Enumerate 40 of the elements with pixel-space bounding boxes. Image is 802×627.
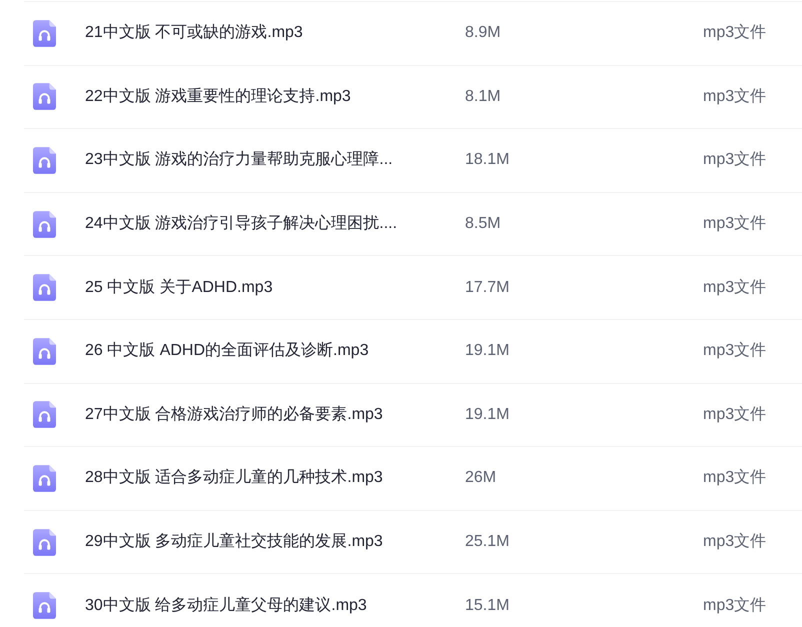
file-type: mp3文件 — [703, 88, 766, 105]
file-name[interactable]: 29中文版 多动症儿童社交技能的发展.mp3 — [85, 533, 383, 550]
file-name[interactable]: 21中文版 不可或缺的游戏.mp3 — [85, 24, 303, 42]
audio-file-icon — [33, 464, 56, 492]
file-size: 26M — [465, 469, 496, 486]
file-size: 17.7M — [465, 278, 510, 296]
file-type: mp3文件 — [703, 342, 766, 360]
file-size: 18.1M — [465, 151, 510, 168]
file-type: mp3文件 — [703, 151, 766, 168]
audio-file-icon — [33, 338, 56, 365]
audio-file-icon — [33, 83, 56, 110]
audio-file-icon — [33, 146, 56, 174]
file-name[interactable]: 25 中文版 关于ADHD.mp3 — [85, 278, 273, 296]
file-size: 8.5M — [465, 215, 501, 232]
file-name[interactable]: 23中文版 游戏的治疗力量帮助克服心理障... — [85, 151, 393, 168]
file-size: 8.1M — [465, 88, 501, 105]
file-type: mp3文件 — [703, 215, 766, 232]
audio-file-icon — [33, 210, 56, 238]
audio-file-icon — [33, 528, 56, 556]
file-type: mp3文件 — [703, 596, 766, 614]
file-type: mp3文件 — [703, 24, 766, 42]
file-type: mp3文件 — [703, 278, 766, 296]
audio-file-icon — [33, 20, 56, 47]
file-name[interactable]: 26 中文版 ADHD的全面评估及诊断.mp3 — [85, 342, 369, 360]
file-name[interactable]: 24中文版 游戏治疗引导孩子解决心理困扰.... — [85, 215, 398, 232]
file-size: 8.9M — [465, 24, 501, 42]
file-name[interactable]: 30中文版 给多动症儿童父母的建议.mp3 — [85, 596, 367, 614]
audio-file-icon — [33, 592, 56, 620]
file-size: 19.1M — [465, 342, 510, 360]
file-type: mp3文件 — [703, 469, 766, 486]
file-size: 15.1M — [465, 596, 510, 614]
audio-file-icon — [33, 401, 56, 428]
file-name[interactable]: 22中文版 游戏重要性的理论支持.mp3 — [85, 88, 351, 105]
file-type: mp3文件 — [703, 406, 766, 423]
file-size: 25.1M — [465, 533, 510, 550]
file-name[interactable]: 27中文版 合格游戏治疗师的必备要素.mp3 — [85, 406, 383, 423]
file-name[interactable]: 28中文版 适合多动症儿童的几种技术.mp3 — [85, 469, 383, 486]
audio-file-icon — [33, 274, 56, 302]
file-type: mp3文件 — [703, 533, 766, 550]
file-size: 19.1M — [465, 406, 510, 423]
